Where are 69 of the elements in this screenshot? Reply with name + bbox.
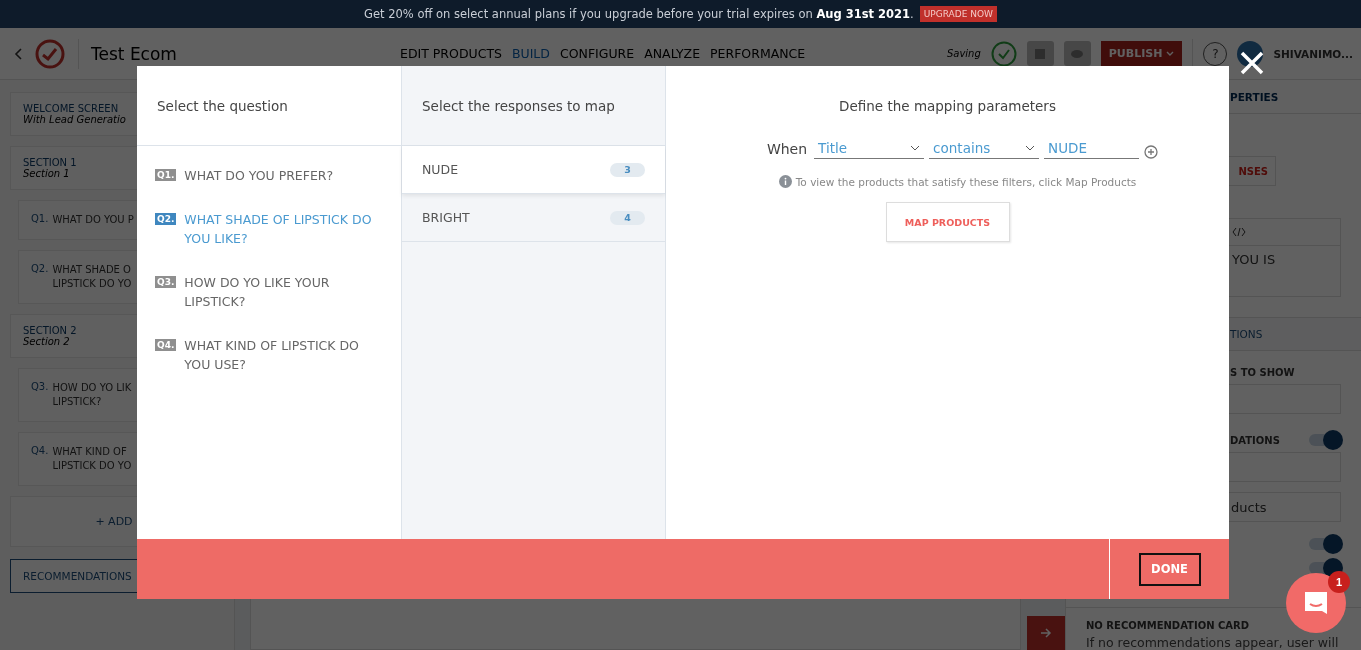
square-icon [1034, 47, 1047, 60]
card-subtitle: Section 2 [23, 336, 70, 347]
nav-tab[interactable]: CONFIGURE [559, 46, 635, 61]
caret-icon [1166, 51, 1175, 56]
user-name[interactable]: SHIVANIMO... [1273, 47, 1353, 60]
question-tag: Q3. [155, 276, 177, 288]
next-arrow-button[interactable] [1027, 616, 1065, 650]
question-number: Q2. [31, 263, 49, 276]
publish-button[interactable]: PUBLISH [1100, 41, 1183, 66]
response-label: BRIGHT [422, 210, 470, 225]
question-tag: Q1. [155, 169, 177, 181]
operator-select[interactable]: contains [929, 140, 1040, 159]
check-circle-icon [990, 40, 1017, 67]
question-number: Q1. [31, 213, 49, 226]
card-heading: NO RECOMMENDATION CARD [1086, 620, 1251, 631]
value-input[interactable]: NUDE [1044, 140, 1140, 159]
chevron-down-icon [1025, 145, 1036, 151]
logo-icon [34, 37, 66, 70]
map-products-button[interactable]: MAP PRODUCTS [885, 202, 1010, 242]
when-label: When [766, 141, 808, 159]
column-title: Define the mapping parameters [839, 98, 1056, 114]
response-count: 3 [610, 162, 645, 177]
card-subtitle: With Lead Generatio [23, 114, 126, 125]
question-text: WHAT DO YOU P [52, 213, 134, 227]
question-number: Q4. [31, 445, 49, 458]
upgrade-button[interactable]: UPGRADE NOW [919, 6, 997, 22]
question-number: Q3. [31, 381, 49, 394]
chat-bubble-icon [1302, 589, 1330, 617]
add-label: + ADD [94, 514, 134, 530]
nav-tab[interactable]: EDIT PRODUCTS [400, 46, 502, 61]
pages-icon-button[interactable] [1026, 41, 1054, 66]
hint-text: To view the products that satisfy these filters, click Map Products [795, 175, 1137, 188]
nav-tab[interactable]: BUILD [511, 46, 550, 61]
response-row[interactable]: BRIGHT 4 [402, 194, 665, 242]
promo-text: Get 20% off on select annual plans if you upgrade before your trial expires on Aug 31st 2021. [364, 7, 914, 21]
add-circle-icon[interactable] [1144, 145, 1159, 159]
response-count: 4 [610, 210, 645, 225]
field-label: S TO SHOW [1230, 367, 1295, 378]
editor-text: YOU IS [1231, 251, 1277, 269]
chevron-down-icon [910, 145, 921, 151]
card-description: If no recommendations appear, user will [1086, 635, 1340, 650]
card-title: SECTION 2 [23, 325, 77, 336]
field-select[interactable]: Title [814, 140, 925, 159]
eye-icon [1070, 48, 1085, 59]
question-text: HOW DO YO LIK LIPSTICK? [52, 381, 132, 409]
back-chevron-icon[interactable] [14, 47, 22, 60]
card-title: WELCOME SCREEN [23, 103, 119, 114]
notification-badge: 1 [1328, 571, 1350, 593]
saving-status: Saving [946, 48, 981, 59]
info-icon [778, 175, 792, 188]
question-tag: Q2. [155, 213, 177, 225]
column-title: Select the responses to map [422, 97, 615, 114]
close-icon[interactable] [1239, 50, 1265, 76]
arrow-right-icon [1040, 627, 1052, 639]
preview-eye-button[interactable] [1063, 41, 1091, 66]
question-text: WHAT SHADE O LIPSTICK DO YO [52, 263, 132, 291]
nav-tab[interactable]: ANALYZE [644, 46, 701, 61]
question-tag: Q4. [155, 339, 177, 351]
card-title: SECTION 1 [23, 157, 77, 168]
code-icon[interactable] [1232, 227, 1246, 237]
field-label: DATIONS [1230, 434, 1280, 446]
nav-tab[interactable]: PERFORMANCE [710, 46, 806, 61]
response-row[interactable]: NUDE 3 [402, 146, 665, 194]
response-label: NUDE [422, 162, 459, 177]
help-button[interactable]: ? [1203, 41, 1228, 66]
question-text: WHAT KIND OF LIPSTICK DO YO [52, 445, 132, 473]
card-subtitle: Section 1 [23, 168, 70, 179]
project-title: Test Ecom [91, 43, 177, 64]
done-button[interactable]: DONE [1138, 552, 1201, 586]
